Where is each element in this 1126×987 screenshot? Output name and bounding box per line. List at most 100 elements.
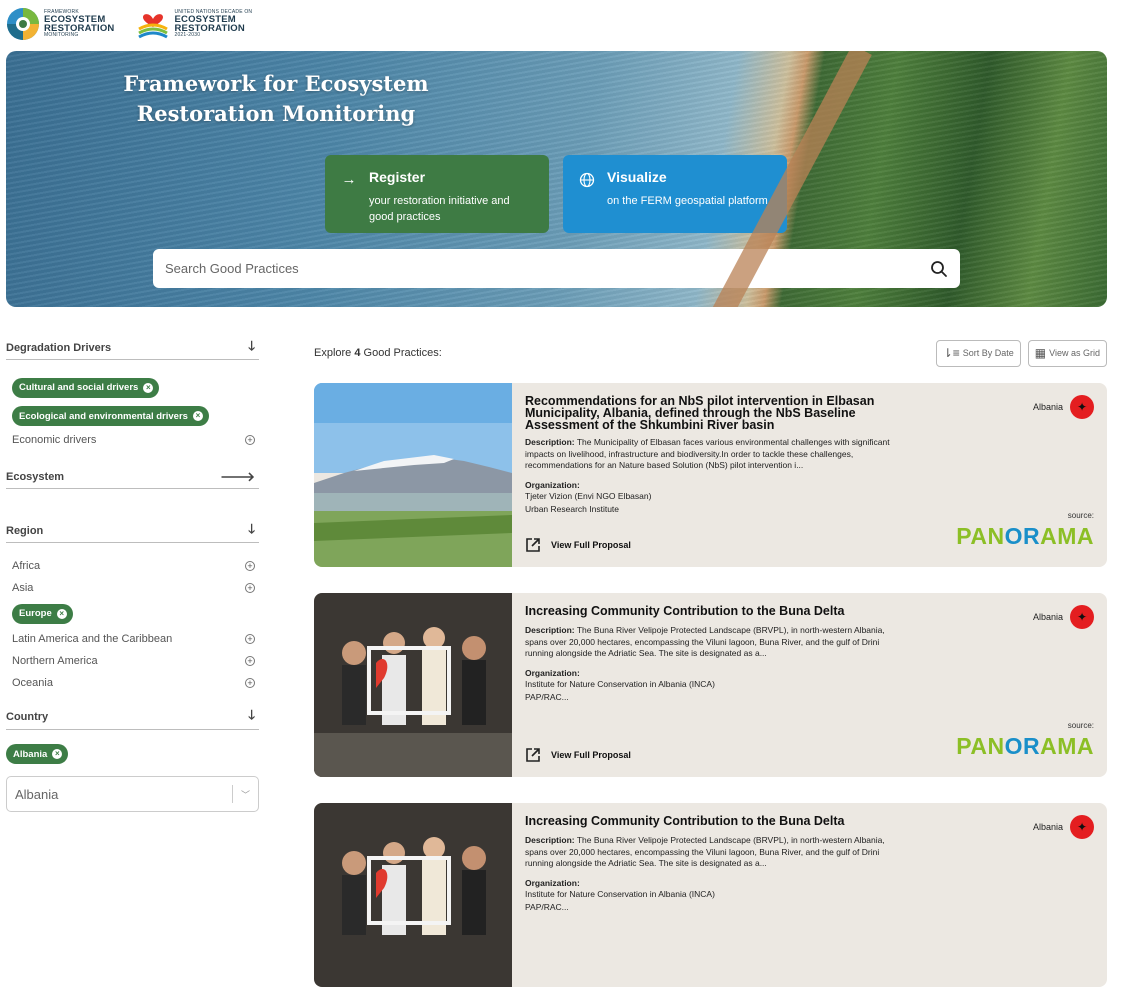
sort-icon: ⇂≡ (942, 346, 960, 360)
description-label: Description: (525, 437, 575, 447)
filters-sidebar: Degradation Drivers 🡓 Cultural and socia… (6, 336, 259, 812)
register-subtitle: your restoration initiative and good pra… (369, 195, 510, 223)
card-title[interactable]: Increasing Community Contribution to the… (525, 815, 897, 828)
arrow-down-icon: 🡓 (248, 520, 255, 536)
chip-label: Ecological and environmental drivers (19, 410, 188, 422)
country-select[interactable]: Albania ﹀ (6, 776, 259, 812)
chip-europe[interactable]: Europe × (12, 603, 73, 624)
add-circle-icon[interactable]: + (245, 435, 255, 445)
chip-cultural-social[interactable]: Cultural and social drivers × (12, 377, 160, 398)
practice-image (314, 803, 512, 987)
country-select-value: Albania (15, 786, 59, 802)
add-circle-icon[interactable]: + (245, 655, 255, 666)
organization-label: Organization: (525, 877, 580, 888)
facet-item-asia[interactable]: Asia + (6, 577, 259, 599)
card-description: Description: The Buna River Velipoje Pro… (525, 625, 897, 660)
card-title[interactable]: Recommendations for an NbS pilot interve… (525, 395, 897, 432)
card-body: Increasing Community Contribution to the… (525, 605, 897, 704)
facet-item-label: Economic drivers (12, 434, 97, 446)
facet-item-label: Northern America (12, 654, 98, 667)
panorama-logo[interactable]: PANORAMA (956, 734, 1094, 758)
add-circle-icon[interactable]: + (245, 583, 255, 593)
organization-name: PAP/RAC... (525, 691, 569, 702)
results-toolbar: Explore 4 Good Practices: ⇂≡ Sort By Dat… (314, 339, 1107, 367)
chevron-down-icon[interactable]: ﹀ (241, 788, 250, 801)
card-title[interactable]: Increasing Community Contribution to the… (525, 605, 897, 618)
arrow-down-icon: 🡓 (248, 337, 255, 353)
ecosystem-title: Ecosystem (6, 470, 65, 483)
description-text: The Municipality of Elbasan faces variou… (525, 437, 890, 470)
results-count: Explore 4 Good Practices: (314, 347, 929, 359)
albania-flag-icon: ✦ (1070, 815, 1094, 839)
ecosystem-header[interactable]: Ecosystem 🡒 (6, 465, 259, 489)
remove-icon[interactable]: × (56, 608, 67, 619)
header-logos: FRAMEWORK ECOSYSTEM RESTORATION MONITORI… (6, 6, 252, 42)
ferm-logo[interactable]: FRAMEWORK ECOSYSTEM RESTORATION MONITORI… (6, 7, 114, 41)
chip-albania[interactable]: Albania × (6, 744, 69, 764)
results-suffix: Good Practices: (360, 347, 442, 359)
facet-item-latin-america[interactable]: Latin America and the Caribbean + (6, 628, 259, 650)
add-circle-icon[interactable]: + (245, 561, 255, 571)
view-label: View as Grid (1049, 348, 1100, 358)
register-button[interactable]: → Register your restoration initiative a… (325, 155, 549, 233)
facet-item-label: Asia (12, 582, 34, 594)
globe-icon (579, 172, 595, 188)
organization-label: Organization: (525, 667, 580, 678)
source-label: source: (1067, 511, 1094, 520)
add-circle-icon[interactable]: + (245, 677, 255, 688)
organization-name: Tjeter Vizion (Envi NGO Elbasan) (525, 490, 652, 501)
visualize-button[interactable]: Visualize on the FERM geospatial platfor… (563, 155, 787, 233)
remove-icon[interactable]: × (52, 749, 63, 759)
description-label: Description: (525, 625, 575, 635)
panorama-logo[interactable]: PANORAMA (956, 524, 1094, 548)
organization-name: Urban Research Institute (525, 503, 620, 514)
select-divider (231, 785, 233, 803)
search-icon[interactable] (930, 260, 948, 278)
country-label: Albania (1032, 402, 1063, 412)
chip-label: Cultural and social drivers (19, 382, 139, 393)
visualize-subtitle: on the FERM geospatial platform (607, 195, 768, 207)
register-title: Register (369, 169, 426, 185)
facet-item-economic[interactable]: Economic drivers + (6, 429, 259, 451)
facet-item-label: Africa (12, 560, 41, 572)
chip-ecological-environmental[interactable]: Ecological and environmental drivers × (12, 406, 209, 426)
hero-title: Framework for Ecosystem Restoration Moni… (123, 71, 429, 126)
facet-item-label: Latin America and the Caribbean (12, 632, 173, 645)
degradation-drivers-header[interactable]: Degradation Drivers 🡓 (6, 336, 259, 360)
visualize-title: Visualize (607, 169, 667, 185)
description-text: The Buna River Velipoje Protected Landsc… (525, 835, 885, 868)
region-header[interactable]: Region 🡓 (6, 519, 259, 543)
sort-by-date-button[interactable]: ⇂≡ Sort By Date (935, 339, 1021, 367)
grid-icon: ▦ (1034, 346, 1047, 360)
facet-item-label: Oceania (12, 676, 53, 689)
view-full-proposal-link[interactable]: View Full Proposal (525, 537, 631, 553)
source-label: source: (1067, 721, 1094, 730)
card-description: Description: The Buna River Velipoje Pro… (525, 835, 897, 870)
facet-item-oceania[interactable]: Oceania + (6, 672, 259, 694)
description-label: Description: (525, 835, 575, 845)
view-full-proposal-label: View Full Proposal (551, 750, 631, 760)
un-decade-logo[interactable]: UNITED NATIONS DECADE ON ECOSYSTEM RESTO… (136, 7, 252, 41)
country-header[interactable]: Country 🡓 (6, 706, 259, 730)
view-as-grid-button[interactable]: ▦ View as Grid (1027, 339, 1107, 367)
chip-label: Albania (13, 748, 48, 760)
search-bar (153, 249, 960, 288)
view-full-proposal-link[interactable]: View Full Proposal (525, 747, 631, 763)
remove-icon[interactable]: × (192, 411, 203, 421)
external-link-icon (526, 538, 540, 552)
practice-card[interactable]: Increasing Community Contribution to the… (314, 803, 1107, 987)
card-country: Albania ✦ (1033, 395, 1094, 419)
facet-item-africa[interactable]: Africa + (6, 555, 259, 577)
practice-image (314, 593, 512, 777)
practice-card[interactable]: Increasing Community Contribution to the… (314, 593, 1107, 777)
facet-item-northern-america[interactable]: Northern America + (6, 650, 259, 672)
un-decade-logo-icon (138, 14, 169, 39)
remove-icon[interactable]: × (143, 382, 154, 393)
chip-label: Europe (19, 608, 52, 619)
sort-label: Sort By Date (962, 348, 1014, 358)
practice-card[interactable]: Recommendations for an NbS pilot interve… (314, 383, 1107, 567)
add-circle-icon[interactable]: + (245, 633, 255, 644)
country-title: Country (6, 711, 49, 723)
search-input[interactable] (165, 261, 930, 276)
region-title: Region (6, 524, 44, 537)
